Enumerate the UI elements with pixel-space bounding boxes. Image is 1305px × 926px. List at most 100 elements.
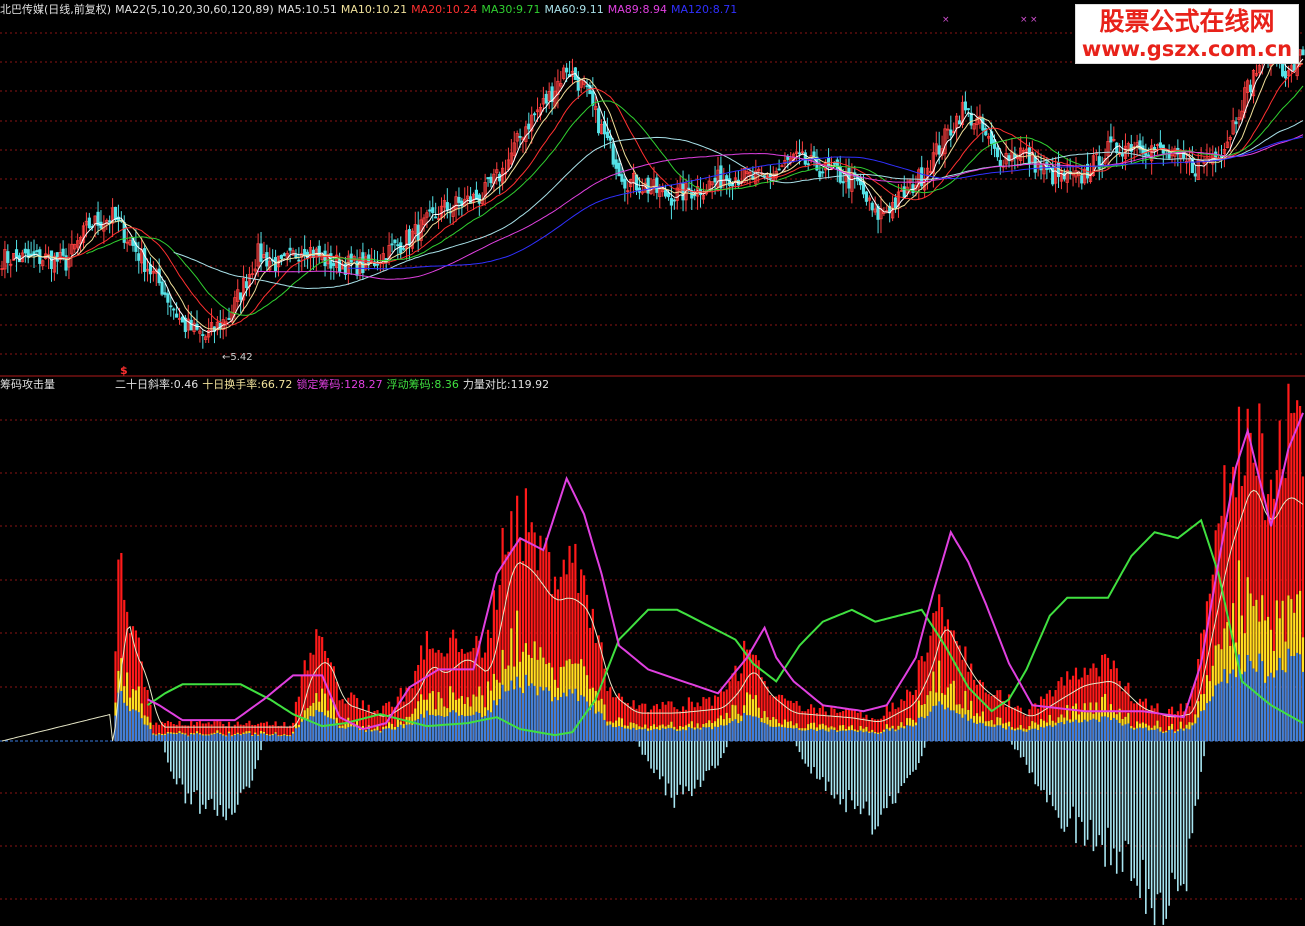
negative-bar [725,741,728,748]
candle-body [902,186,906,198]
magenta-line [147,412,1304,731]
indicator-bars[interactable] [114,383,1305,926]
negative-bar [1016,741,1019,751]
stock-chart[interactable] [0,0,1305,926]
locked-bar [530,683,533,742]
locked-bar [1226,683,1229,742]
locked-bar [996,725,999,742]
locked-bar [719,725,722,742]
locked-bar [350,726,353,742]
locked-bar [1101,716,1104,742]
locked-bar [658,730,661,742]
locked-bar [987,726,990,742]
negative-bar [216,741,219,816]
negative-bar [1174,741,1176,880]
candle-body [227,317,231,321]
locked-bar [600,713,603,742]
locked-bar [478,712,481,742]
floating-chips-label: 浮动筹码: [386,378,435,391]
negative-bar [650,741,652,769]
negative-bar [1048,741,1051,795]
locked-bar [184,734,187,742]
locked-bar [862,732,865,742]
negative-bar [909,741,911,775]
candle-body [832,162,837,165]
locked-bar [233,735,236,742]
locked-bar [1261,661,1264,742]
locked-bar [879,733,883,742]
negative-bar [187,741,190,794]
candle-body [288,247,292,251]
locked-bar [265,735,268,742]
candlestick-series[interactable] [0,23,1305,349]
locked-bar [443,716,446,742]
candle-body [663,190,668,197]
locked-bar [152,734,155,742]
locked-bar [620,726,624,742]
ma60-label: MA60: [544,3,580,16]
locked-bar [1037,729,1040,742]
negative-bar [848,741,850,791]
locked-bar [1098,721,1101,742]
locked-bar [1066,720,1069,742]
turnover-value: 66.72 [260,378,293,391]
locked-bar [178,733,181,742]
locked-bar [702,727,705,742]
stock-title[interactable]: 北巴传媒(日线,前复权) [0,3,111,16]
ma30-line [86,85,1304,316]
candle-body [637,187,642,193]
negative-bar [175,741,178,785]
candle-body [259,243,263,262]
locked-bar [594,713,597,742]
locked-bar [417,719,420,742]
locked-bar [449,712,452,742]
negative-bar [172,741,175,779]
low-price-value: 5.42 [230,352,253,363]
indicator-name[interactable]: 筹码攻击量 [0,378,55,391]
locked-bar [248,732,251,742]
locked-bar [757,717,760,742]
locked-bar [929,711,932,742]
negative-bar [720,741,722,759]
locked-bar [341,727,344,742]
candle-body [995,147,999,158]
locked-bar [402,728,405,742]
candle-body [445,202,449,211]
x-mark: × [942,15,950,25]
locked-bar [1086,721,1089,742]
locked-bar [323,715,327,742]
negative-bar [1060,741,1063,829]
locked-bar [216,732,219,742]
locked-bar [1106,717,1110,742]
candle-body [533,113,537,116]
locked-bar [1211,696,1214,742]
locked-chips-value: 128.27 [344,378,383,391]
negative-bar [1028,741,1031,774]
locked-bar [661,728,664,742]
negative-bar [1078,741,1080,818]
locked-bar [1159,731,1162,742]
locked-bar [1048,725,1051,742]
candle-body [180,316,185,323]
negative-bar [1089,741,1092,820]
candle-body [826,157,831,168]
negative-bar [853,741,856,810]
negative-bar [699,741,702,787]
locked-bar [911,726,915,742]
ma5-label: MA5: [277,3,306,16]
negative-bar [900,741,903,786]
negative-bar [696,741,699,780]
candle-body [428,209,432,212]
locked-bar [1293,655,1296,742]
locked-bar [603,719,606,742]
negative-bar [1019,741,1022,758]
negative-bar [827,741,830,782]
negative-bar [810,741,812,774]
candle-body [1193,173,1197,177]
locked-bar [294,728,298,742]
locked-bar [364,731,367,742]
candle-body [1249,84,1253,93]
locked-bar [932,706,935,742]
negative-bar [239,741,242,793]
negative-bar [164,741,166,753]
